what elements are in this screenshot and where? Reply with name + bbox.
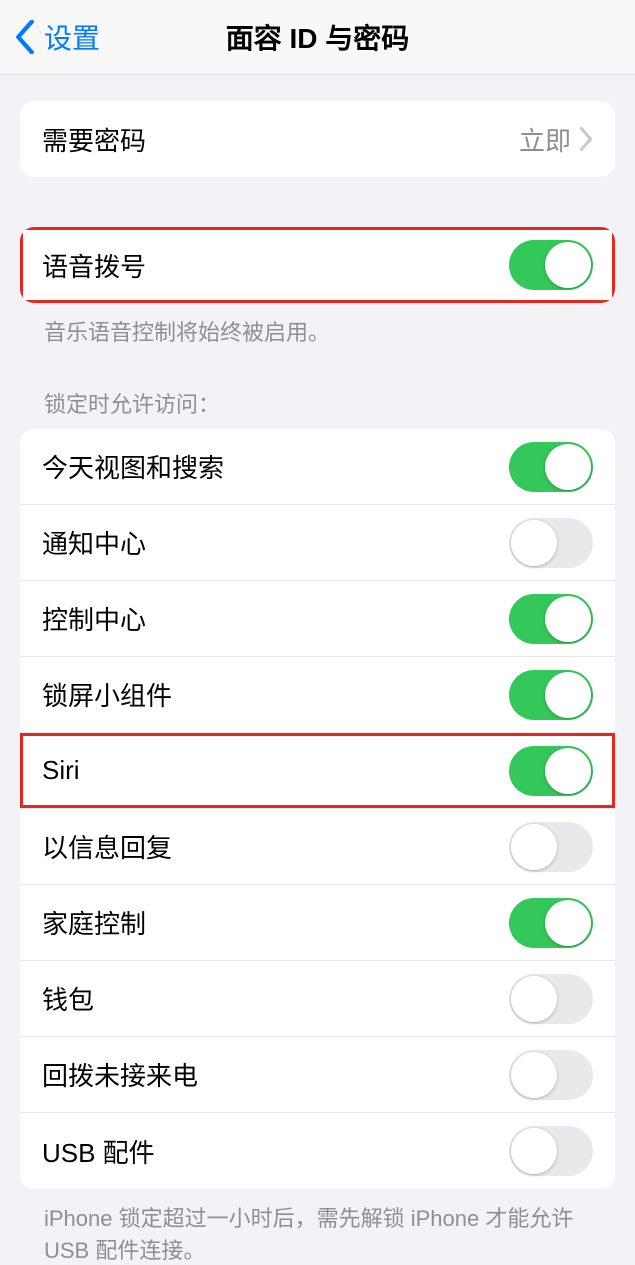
- lock-access-label: 家庭控制: [42, 904, 146, 941]
- lock-access-label: USB 配件: [42, 1133, 155, 1170]
- lock-access-toggle-today[interactable]: [509, 442, 593, 492]
- lock-access-label: Siri: [42, 755, 80, 786]
- lock-access-header: 锁定时允许访问：: [20, 387, 615, 429]
- lock-access-label: 通知中心: [42, 524, 146, 561]
- lock-access-toggle-reply_msg[interactable]: [509, 822, 593, 872]
- nav-bar: 设置 面容 ID 与密码: [0, 0, 635, 75]
- lock-access-group: 今天视图和搜索通知中心控制中心锁屏小组件 Siri 以信息回复家庭控制钱包回拨未接来…: [20, 429, 615, 1189]
- lock-access-label: 控制中心: [42, 600, 146, 637]
- lock-access-row-today: 今天视图和搜索: [20, 429, 615, 505]
- lock-access-row-reply_msg: 以信息回复: [20, 809, 615, 885]
- lock-access-toggle-control[interactable]: [509, 594, 593, 644]
- lock-access-label: 钱包: [42, 980, 94, 1017]
- voice-dial-footer: 音乐语音控制将始终被启用。: [20, 303, 615, 347]
- require-passcode-group: 需要密码 立即: [20, 101, 615, 177]
- voice-dial-label: 语音拨号: [42, 247, 146, 284]
- lock-access-row-widgets: 锁屏小组件: [20, 657, 615, 733]
- lock-access-label: 今天视图和搜索: [42, 448, 224, 485]
- lock-access-row-control: 控制中心: [20, 581, 615, 657]
- chevron-right-icon: [579, 127, 593, 151]
- voice-dial-group: 语音拨号: [20, 227, 615, 303]
- lock-access-row-home: 家庭控制: [20, 885, 615, 961]
- lock-access-footer: iPhone 锁定超过一小时后，需先解锁 iPhone 才能允许 USB 配件连…: [20, 1189, 615, 1265]
- lock-access-toggle-return_call[interactable]: [509, 1050, 593, 1100]
- require-passcode-value: 立即: [519, 121, 571, 158]
- lock-access-toggle-siri[interactable]: [509, 746, 593, 796]
- lock-access-row-usb: USB 配件: [20, 1113, 615, 1189]
- lock-access-row-siri: Siri: [20, 733, 615, 809]
- voice-dial-row: 语音拨号: [20, 227, 615, 303]
- lock-access-toggle-wallet[interactable]: [509, 974, 593, 1024]
- lock-access-row-return_call: 回拨未接来电: [20, 1037, 615, 1113]
- back-button[interactable]: 设置: [0, 17, 100, 57]
- lock-access-row-wallet: 钱包: [20, 961, 615, 1037]
- lock-access-toggle-notif[interactable]: [509, 518, 593, 568]
- lock-access-toggle-widgets[interactable]: [509, 670, 593, 720]
- back-label: 设置: [44, 17, 100, 57]
- voice-dial-toggle[interactable]: [509, 240, 593, 290]
- lock-access-toggle-usb[interactable]: [509, 1126, 593, 1176]
- lock-access-row-notif: 通知中心: [20, 505, 615, 581]
- require-passcode-label: 需要密码: [42, 121, 146, 158]
- lock-access-label: 锁屏小组件: [42, 676, 172, 713]
- lock-access-label: 以信息回复: [42, 828, 172, 865]
- lock-access-toggle-home[interactable]: [509, 898, 593, 948]
- chevron-left-icon: [14, 20, 36, 54]
- require-passcode-row[interactable]: 需要密码 立即: [20, 101, 615, 177]
- lock-access-label: 回拨未接来电: [42, 1056, 198, 1093]
